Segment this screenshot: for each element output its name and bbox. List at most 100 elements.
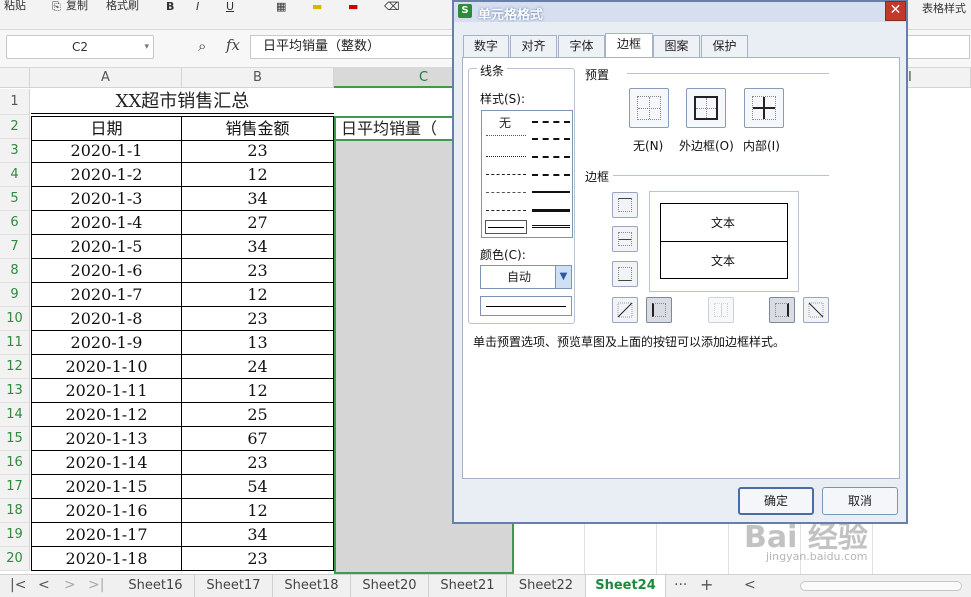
copy-icon[interactable]: ⎘	[52, 0, 61, 13]
date-cell[interactable]: 2020-1-6	[31, 259, 182, 283]
border-diagonal-down-button[interactable]	[803, 297, 829, 323]
border-top-button[interactable]	[612, 192, 638, 218]
line-style-item[interactable]	[486, 210, 526, 211]
header-amount[interactable]: 销售金额	[182, 116, 334, 141]
amount-cell[interactable]: 13	[182, 331, 334, 355]
amount-cell[interactable]: 25	[182, 403, 334, 427]
date-cell[interactable]: 2020-1-15	[31, 475, 182, 499]
date-cell[interactable]: 2020-1-10	[31, 355, 182, 379]
line-style-item[interactable]	[532, 209, 570, 212]
zoom-search-icon[interactable]: ⌕	[198, 37, 206, 55]
date-cell[interactable]: 2020-1-3	[31, 187, 182, 211]
date-cell[interactable]: 2020-1-8	[31, 307, 182, 331]
date-cell[interactable]: 2020-1-1	[31, 139, 182, 163]
row-header[interactable]: 3	[0, 139, 30, 163]
date-cell[interactable]: 2020-1-5	[31, 235, 182, 259]
amount-cell[interactable]: 23	[182, 259, 334, 283]
border-center-button[interactable]	[708, 297, 734, 323]
sheet-tab-sheet17[interactable]: Sheet17	[195, 575, 273, 597]
clear-icon[interactable]: ⌫	[384, 0, 400, 13]
row-header[interactable]: 7	[0, 235, 30, 259]
sheet-tab-sheet24[interactable]: Sheet24	[586, 575, 666, 597]
tab-border[interactable]: 边框	[605, 33, 653, 57]
preset-inside-button[interactable]	[744, 88, 784, 128]
tab-protection[interactable]: 保护	[701, 35, 748, 57]
paste-button[interactable]: 粘贴	[4, 0, 26, 12]
tab-pattern[interactable]: 图案	[653, 35, 700, 57]
row-header[interactable]: 8	[0, 259, 30, 283]
amount-cell[interactable]: 23	[182, 547, 334, 571]
line-style-list[interactable]: 无	[481, 110, 573, 238]
sheet-tab-sheet16[interactable]: Sheet16	[117, 575, 195, 597]
tab-number[interactable]: 数字	[463, 35, 509, 57]
row-header[interactable]: 17	[0, 475, 30, 499]
line-style-item[interactable]	[486, 192, 526, 193]
amount-cell[interactable]: 12	[182, 499, 334, 523]
row-header[interactable]: 10	[0, 307, 30, 331]
amount-cell[interactable]: 27	[182, 211, 334, 235]
line-style-item[interactable]	[532, 138, 570, 140]
row-header[interactable]: 18	[0, 499, 30, 523]
row-header[interactable]: 6	[0, 211, 30, 235]
date-cell[interactable]: 2020-1-12	[31, 403, 182, 427]
date-cell[interactable]: 2020-1-11	[31, 379, 182, 403]
fx-icon[interactable]: fx	[226, 36, 240, 54]
table-style-button[interactable]: 表格样式	[922, 0, 966, 16]
amount-cell[interactable]: 54	[182, 475, 334, 499]
row-header[interactable]: 1	[0, 89, 30, 115]
line-style-item[interactable]	[486, 156, 526, 157]
sheet-tab-sheet18[interactable]: Sheet18	[273, 575, 351, 597]
row-header[interactable]: 20	[0, 547, 30, 571]
horizontal-scrollbar[interactable]	[800, 581, 962, 591]
sheet-tab-sheet22[interactable]: Sheet22	[507, 575, 586, 597]
line-style-item[interactable]	[532, 156, 570, 158]
add-sheet-icon[interactable]: +	[700, 575, 713, 594]
dialog-titlebar[interactable]: S 单元格格式 ✕	[454, 1, 906, 23]
tab-alignment[interactable]: 对齐	[510, 35, 557, 57]
border-left-button[interactable]	[646, 297, 672, 323]
copy-button[interactable]: 复制	[66, 0, 88, 12]
date-cell[interactable]: 2020-1-9	[31, 331, 182, 355]
sheet-tab-sheet21[interactable]: Sheet21	[429, 575, 507, 597]
row-header[interactable]: 9	[0, 283, 30, 307]
column-header-b[interactable]: B	[182, 68, 334, 88]
amount-cell[interactable]: 34	[182, 235, 334, 259]
date-cell[interactable]: 2020-1-14	[31, 451, 182, 475]
row-header[interactable]: 13	[0, 379, 30, 403]
ok-button[interactable]: 确定	[738, 487, 814, 515]
color-select[interactable]: 自动 ▼	[480, 265, 572, 289]
date-cell[interactable]: 2020-1-2	[31, 163, 182, 187]
border-bottom-button[interactable]	[612, 261, 638, 287]
row-header[interactable]: 14	[0, 403, 30, 427]
date-cell[interactable]: 2020-1-7	[31, 283, 182, 307]
fill-color-icon[interactable]: ▬	[312, 0, 322, 13]
scroll-left-icon[interactable]: <	[744, 577, 756, 593]
line-style-item[interactable]	[486, 174, 526, 175]
row-header[interactable]: 16	[0, 451, 30, 475]
amount-cell[interactable]: 23	[182, 451, 334, 475]
line-style-none[interactable]: 无	[499, 114, 511, 131]
sheet-tab-sheet20[interactable]: Sheet20	[351, 575, 429, 597]
italic-icon[interactable]: I	[196, 0, 199, 13]
row-header[interactable]: 11	[0, 331, 30, 355]
bold-icon[interactable]: B	[166, 0, 174, 13]
tab-font[interactable]: 字体	[558, 35, 605, 57]
amount-cell[interactable]: 34	[182, 523, 334, 547]
underline-icon[interactable]: U	[226, 0, 234, 13]
header-date[interactable]: 日期	[31, 116, 182, 141]
line-style-item[interactable]	[532, 174, 570, 176]
chevron-down-icon[interactable]: ▾	[144, 36, 149, 58]
row-header[interactable]: 2	[0, 115, 30, 139]
row-header[interactable]: 19	[0, 523, 30, 547]
border-icon[interactable]: ▦	[276, 0, 286, 13]
date-cell[interactable]: 2020-1-13	[31, 427, 182, 451]
amount-cell[interactable]: 67	[182, 427, 334, 451]
chevron-down-icon[interactable]: ▼	[555, 266, 571, 288]
cancel-button[interactable]: 取消	[822, 487, 898, 515]
date-cell[interactable]: 2020-1-16	[31, 499, 182, 523]
more-sheets-icon[interactable]: ···	[674, 577, 687, 593]
row-header[interactable]: 5	[0, 187, 30, 211]
line-style-item[interactable]	[532, 121, 570, 123]
amount-cell[interactable]: 12	[182, 163, 334, 187]
prev-sheet-icon[interactable]: <	[38, 577, 50, 593]
